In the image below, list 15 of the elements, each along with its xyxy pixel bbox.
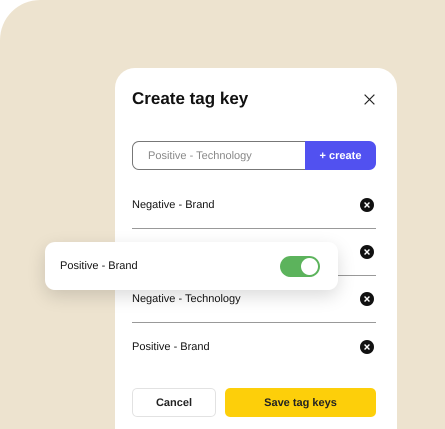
tag-label: Negative - Brand bbox=[132, 199, 215, 211]
create-button[interactable]: + create bbox=[305, 141, 376, 170]
close-icon[interactable] bbox=[363, 92, 376, 106]
dialog-title: Create tag key bbox=[132, 89, 248, 109]
remove-icon[interactable] bbox=[360, 198, 374, 212]
remove-icon[interactable] bbox=[360, 245, 374, 259]
remove-icon[interactable] bbox=[360, 340, 374, 354]
cancel-button[interactable]: Cancel bbox=[132, 388, 216, 417]
input-field[interactable]: Positive - Technology bbox=[132, 141, 305, 170]
remove-icon[interactable] bbox=[360, 292, 374, 306]
save-button[interactable]: Save tag keys bbox=[225, 388, 376, 417]
tag-label: Negative - Technology bbox=[132, 293, 241, 305]
tag-label: Positive - Brand bbox=[132, 340, 210, 352]
toggle-switch[interactable] bbox=[280, 256, 320, 276]
tag-label: Positive - Brand bbox=[60, 260, 138, 272]
